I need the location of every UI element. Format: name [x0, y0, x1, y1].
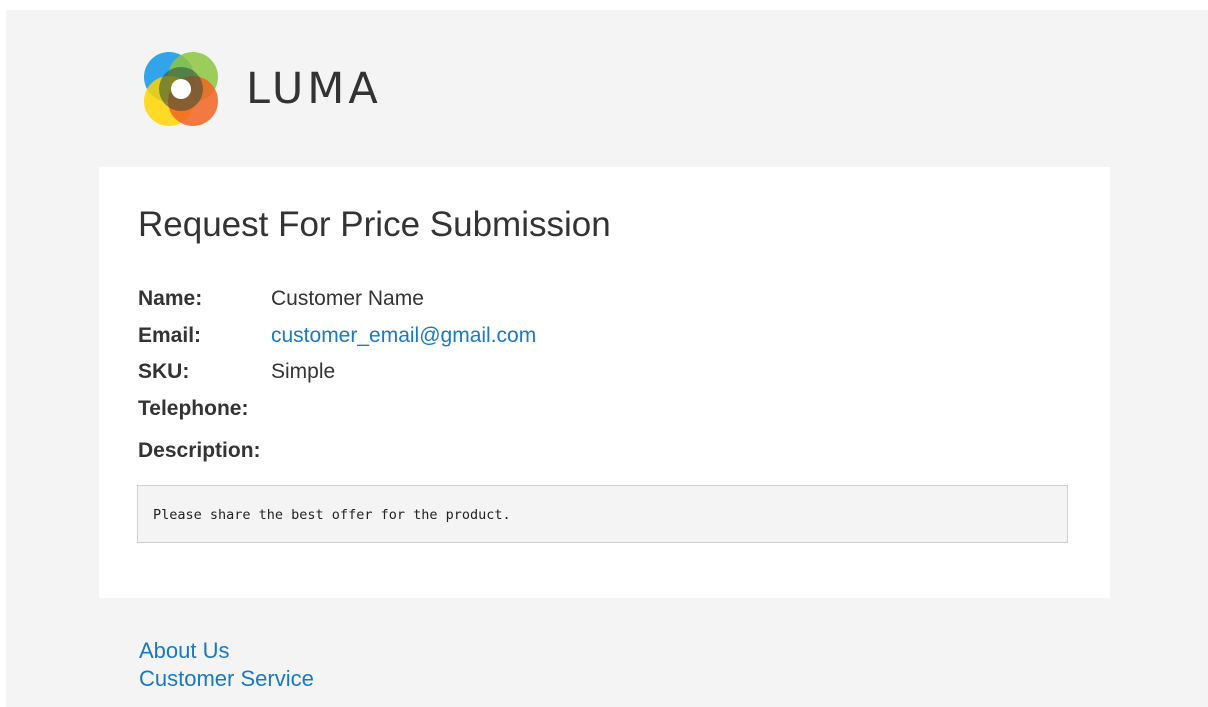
description-box: Please share the best offer for the prod…: [137, 485, 1068, 543]
field-row-email: Email: customer_email@gmail.com: [138, 318, 536, 355]
field-row-telephone: Telephone:: [138, 391, 536, 428]
email-content-card: Request For Price Submission Name: Custo…: [99, 167, 1110, 598]
email-link[interactable]: customer_email@gmail.com: [271, 324, 536, 347]
footer-links: About Us Customer Service: [139, 637, 314, 693]
telephone-label: Telephone:: [138, 396, 249, 420]
name-label: Name:: [138, 287, 203, 311]
email-label: Email:: [138, 323, 202, 347]
page-title: Request For Price Submission: [138, 205, 611, 244]
field-row-name: Name: Customer Name: [138, 281, 536, 318]
email-value: customer_email@gmail.com: [271, 324, 536, 348]
sku-label: SKU:: [138, 360, 190, 384]
luma-logo[interactable]: LUMA: [138, 46, 382, 132]
logo-text: LUMA: [246, 64, 382, 114]
name-value: Customer Name: [271, 287, 424, 311]
customer-service-link[interactable]: Customer Service: [139, 665, 314, 693]
luma-logo-icon: [144, 52, 218, 126]
description-label: Description:: [138, 439, 261, 462]
field-row-sku: SKU: Simple: [138, 354, 536, 391]
sku-value: Simple: [271, 360, 336, 384]
email-wrapper: LUMA Request For Price Submission Name: …: [6, 10, 1208, 707]
submission-details: Name: Customer Name Email: customer_emai…: [138, 281, 536, 427]
about-us-link[interactable]: About Us: [139, 637, 314, 665]
